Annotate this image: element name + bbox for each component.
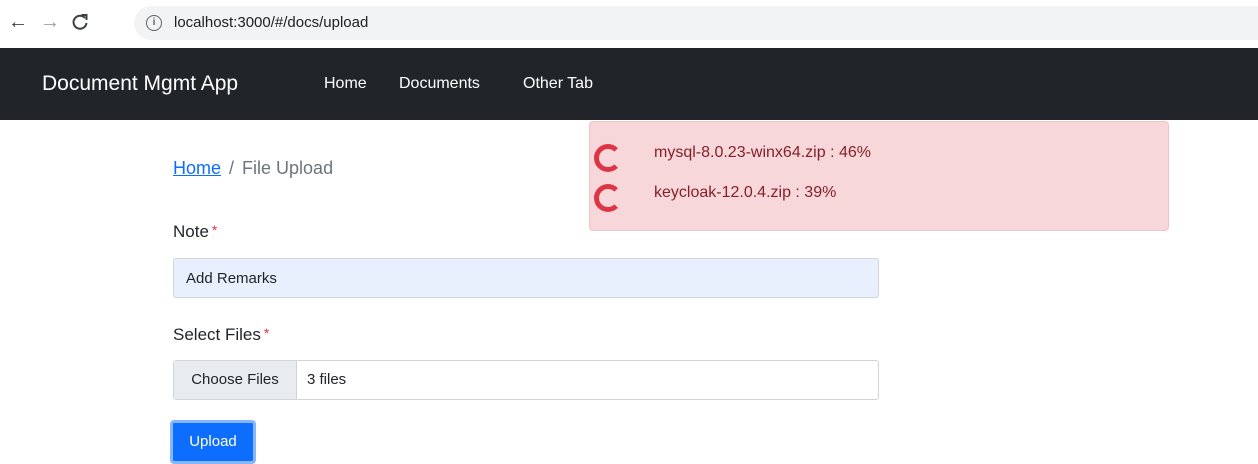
nav-link-home[interactable]: Home <box>324 75 367 93</box>
upload-button[interactable]: Upload <box>170 420 256 464</box>
files-label: Select Files * <box>173 325 269 345</box>
breadcrumb-current: File Upload <box>242 158 334 178</box>
address-bar[interactable]: i localhost:3000/#/docs/upload <box>134 6 1258 40</box>
browser-toolbar: ← → i localhost:3000/#/docs/upload <box>0 0 1258 48</box>
reload-icon[interactable] <box>68 8 92 40</box>
note-input[interactable] <box>173 258 879 298</box>
app-navbar: Document Mgmt App Home Documents Other T… <box>0 48 1258 120</box>
loading-spinner-icon <box>594 184 622 212</box>
brand-link[interactable]: Document Mgmt App <box>42 72 238 96</box>
upload-progress-item: mysql-8.0.23-winx64.zip : 46% <box>590 142 1168 182</box>
upload-progress-text: mysql-8.0.23-winx64.zip : 46% <box>654 144 871 161</box>
nav-link-other-tab[interactable]: Other Tab <box>523 75 593 93</box>
back-arrow-icon[interactable]: ← <box>6 8 30 36</box>
note-label: Note * <box>173 222 217 242</box>
upload-progress-text: keycloak-12.0.4.zip : 39% <box>654 184 837 201</box>
file-input[interactable]: Choose Files 3 files <box>173 360 879 400</box>
required-marker: * <box>263 325 270 341</box>
nav-link-documents[interactable]: Documents <box>399 75 480 93</box>
breadcrumb-home-link[interactable]: Home <box>173 158 221 178</box>
forward-arrow-icon[interactable]: → <box>38 8 62 36</box>
files-label-text: Select Files <box>173 325 261 344</box>
loading-spinner-icon <box>594 144 622 172</box>
breadcrumb-separator: / <box>229 158 235 178</box>
info-icon[interactable]: i <box>146 15 162 31</box>
selected-files-count: 3 files <box>307 371 347 388</box>
note-label-text: Note <box>173 222 209 241</box>
upload-progress-item: keycloak-12.0.4.zip : 39% <box>590 182 1168 222</box>
url-text[interactable]: localhost:3000/#/docs/upload <box>174 14 368 31</box>
choose-files-button[interactable]: Choose Files <box>174 361 297 399</box>
breadcrumb: Home / File Upload <box>173 158 333 179</box>
upload-progress-alert: mysql-8.0.23-winx64.zip : 46% keycloak-1… <box>589 121 1169 231</box>
required-marker: * <box>211 222 218 238</box>
